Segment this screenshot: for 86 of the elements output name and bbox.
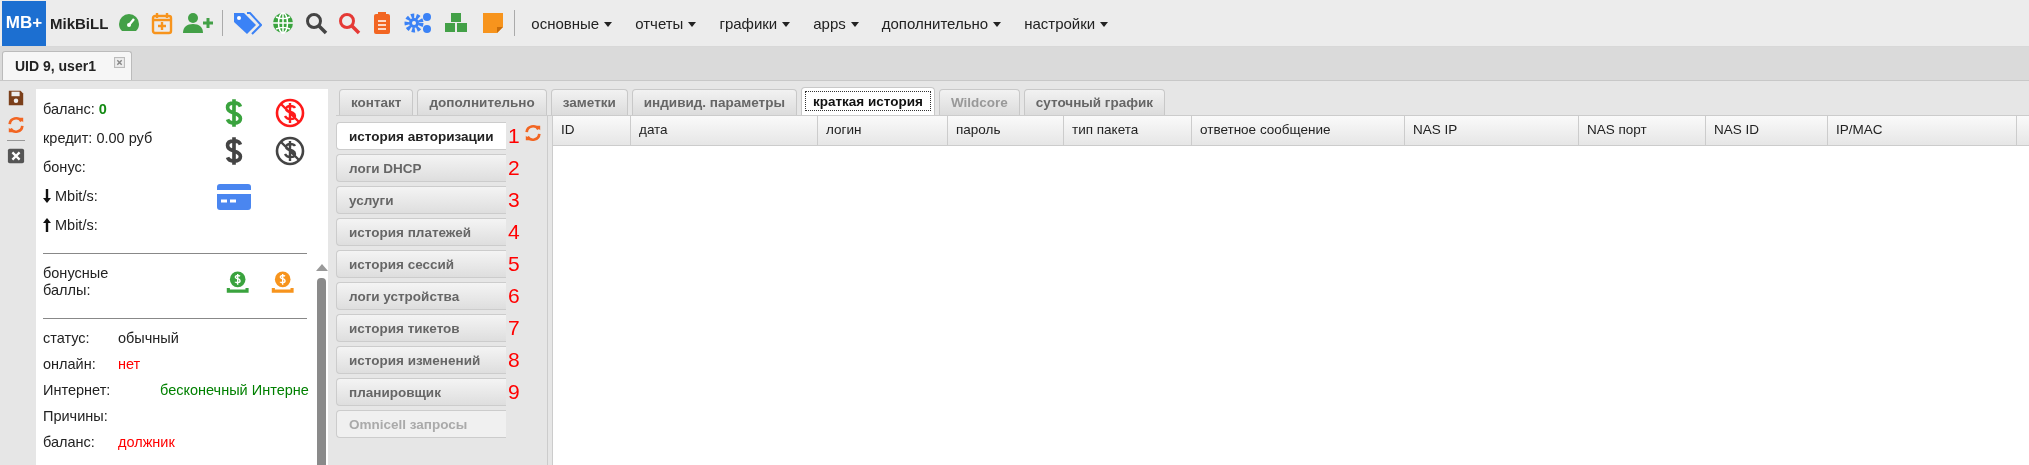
column-header[interactable]: IP/MAC — [1828, 116, 2017, 145]
bonus-label: бонус: — [43, 158, 86, 175]
arrow-up-icon — [43, 217, 51, 232]
caret-icon — [688, 22, 697, 27]
status-label: баланс: — [43, 434, 96, 450]
column-header[interactable]: ответное сообщение — [1192, 116, 1405, 145]
tab[interactable]: суточный график — [1023, 89, 1166, 115]
shortcut-number: 6 — [508, 284, 520, 308]
column-header[interactable]: пароль — [948, 116, 1064, 145]
logo-name[interactable]: MikBiLL — [50, 14, 109, 32]
status-label: статус: — [43, 330, 91, 346]
shortcut-number: 4 — [508, 220, 520, 244]
scrollbar[interactable] — [315, 264, 328, 465]
side-tab[interactable]: логи DHCP — [336, 154, 506, 182]
shortcut-number: 2 — [508, 156, 520, 180]
menu-item[interactable]: настройки — [1017, 8, 1116, 38]
balance-label: баланс: — [43, 100, 95, 117]
shortcut-number: 1 — [508, 124, 520, 148]
status-value: нет — [118, 356, 141, 372]
side-tab[interactable]: история авторизации — [336, 122, 506, 150]
credit-card-icon[interactable] — [217, 184, 251, 210]
side-tab[interactable]: история тикетов — [336, 314, 506, 342]
side-tab[interactable]: история изменений — [336, 346, 506, 374]
status-value: должник — [118, 434, 175, 450]
tab[interactable]: индивид. параметры — [631, 89, 797, 115]
menu-item[interactable]: отчеты — [628, 8, 704, 38]
close-icon[interactable] — [7, 147, 25, 165]
tab[interactable]: заметки — [550, 89, 628, 115]
no-dollar-icon[interactable] — [275, 136, 305, 166]
user-plus-icon[interactable] — [183, 11, 214, 35]
credit-label: кредит: — [43, 129, 93, 146]
column-header[interactable]: NAS ID — [1706, 116, 1828, 145]
bonus-points-label: бонусные баллы: — [43, 264, 109, 300]
caret-icon — [782, 22, 791, 27]
shortcut-number: 3 — [508, 188, 520, 212]
side-tab[interactable]: логи устройства — [336, 282, 506, 310]
menu-item[interactable]: apps — [806, 8, 866, 38]
caret-icon — [850, 22, 859, 27]
side-tab[interactable]: планировщик — [336, 378, 506, 406]
status-value: обычный — [118, 330, 179, 346]
side-tab[interactable]: услуги — [336, 186, 506, 214]
logo-badge[interactable]: MB+ — [2, 0, 46, 46]
note-icon[interactable] — [481, 11, 506, 35]
save-icon[interactable] — [7, 89, 25, 107]
column-header[interactable]: тип пакета — [1064, 116, 1192, 145]
shortcut-number: 7 — [508, 316, 520, 340]
balance-value: 0 — [98, 100, 107, 117]
status-value: бесконечный Интерне — [160, 382, 309, 398]
status-label: Причины: — [43, 408, 109, 424]
globe-icon[interactable] — [271, 11, 296, 35]
caret-icon — [1100, 22, 1109, 27]
column-header[interactable]: логин — [818, 116, 948, 145]
caret-icon — [993, 22, 1002, 27]
search-icon[interactable] — [337, 11, 362, 35]
tab[interactable]: дополнительно — [417, 89, 547, 115]
column-header[interactable]: NAS IP — [1405, 116, 1579, 145]
menu-item[interactable]: основные — [524, 8, 620, 38]
tab[interactable]: краткая история — [800, 87, 935, 115]
menu-item[interactable]: графики — [712, 8, 798, 38]
menu-item[interactable]: дополнительно — [874, 8, 1009, 38]
shortcut-number: 5 — [508, 252, 520, 276]
tags-icon[interactable] — [232, 11, 263, 35]
side-tab[interactable]: история платежей — [336, 218, 506, 246]
arrow-down-icon — [43, 188, 51, 203]
column-header[interactable]: NAS порт — [1579, 116, 1706, 145]
upload-speed-label: Mbit/s: — [55, 216, 98, 233]
side-tab[interactable]: история сессий — [336, 250, 506, 278]
close-icon[interactable] — [113, 57, 125, 68]
refresh-icon[interactable] — [524, 124, 542, 142]
column-header[interactable]: дата — [631, 116, 818, 145]
document-tab[interactable]: UID 9, user1 — [2, 51, 132, 80]
refresh-icon[interactable] — [7, 116, 25, 134]
download-speed-label: Mbit/s: — [55, 187, 98, 204]
gears-icon[interactable] — [403, 11, 434, 35]
shortcut-number: 9 — [508, 380, 520, 404]
status-label: онлайн: — [43, 356, 97, 372]
shortcut-number: 8 — [508, 348, 520, 372]
dollar-icon[interactable] — [223, 136, 245, 166]
status-label: Интернет: — [43, 382, 112, 398]
tab-title: UID 9, user1 — [15, 58, 96, 74]
caret-icon — [604, 22, 613, 27]
search-icon[interactable] — [304, 11, 329, 35]
column-header[interactable]: ID — [553, 116, 631, 145]
tab[interactable]: контакт — [339, 89, 414, 115]
credit-value: 0.00 руб — [96, 129, 153, 146]
calendar-plus-icon[interactable] — [150, 11, 175, 35]
